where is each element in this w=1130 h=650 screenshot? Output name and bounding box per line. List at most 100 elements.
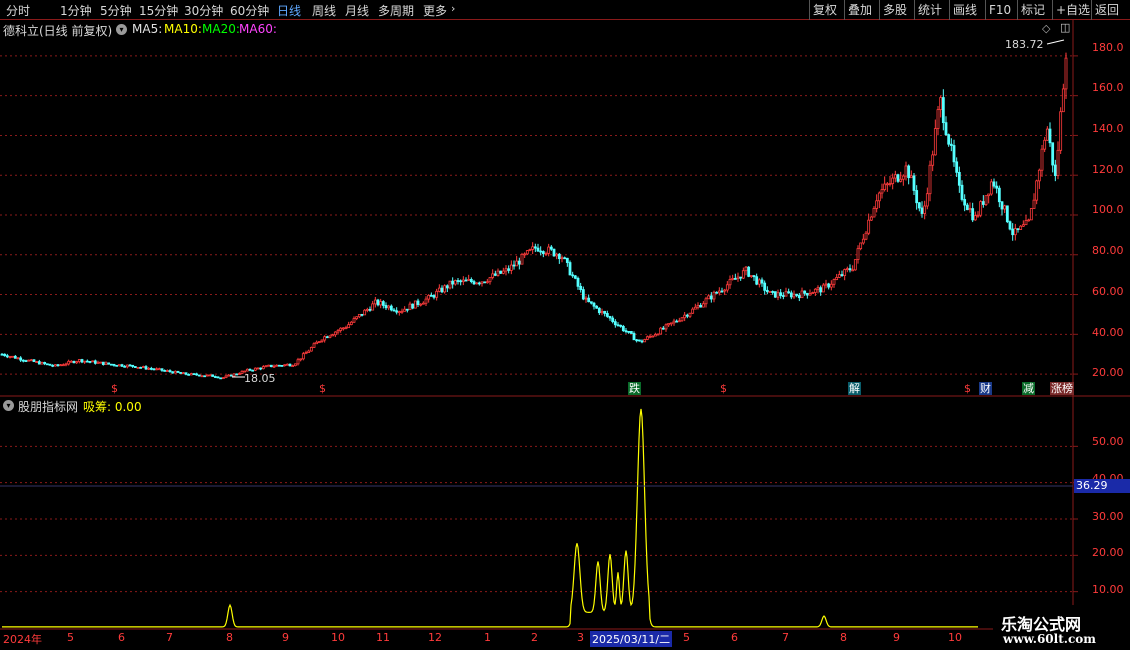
candle-body <box>869 216 873 221</box>
candle-body <box>661 327 665 330</box>
candle-body <box>597 307 601 314</box>
candle-body <box>1027 219 1031 222</box>
candle-body <box>387 305 391 309</box>
candle-body <box>141 366 145 368</box>
candle-body <box>349 321 353 325</box>
candle-body <box>77 359 81 362</box>
candle-body <box>747 266 751 277</box>
date-tick-label: 8 <box>226 631 233 644</box>
y-tick-label: 20.00 <box>1092 366 1124 379</box>
event-marker[interactable]: $ <box>963 382 972 395</box>
candle-body <box>376 299 380 306</box>
candle-body <box>541 251 545 254</box>
candle-body <box>51 364 55 367</box>
date-tick-label: 10 <box>948 631 962 644</box>
candle-body <box>643 339 647 343</box>
candle-body <box>907 165 911 179</box>
candle-body <box>1013 228 1017 236</box>
candle-body <box>803 290 807 294</box>
candle-body <box>368 308 372 311</box>
candle-body <box>573 275 577 279</box>
candle-body <box>968 208 972 211</box>
candle-body <box>27 359 31 362</box>
candle-body <box>275 364 279 367</box>
candle-body <box>189 373 193 376</box>
candle-body <box>101 361 105 366</box>
event-marker[interactable]: 财 <box>979 382 992 395</box>
candle-body <box>576 277 580 287</box>
candle-body <box>384 305 388 309</box>
candle-body <box>1016 228 1020 231</box>
y-tick-label: 160.0 <box>1092 81 1124 94</box>
candle-body <box>520 253 524 265</box>
y-tick-label: 140.0 <box>1092 122 1124 135</box>
candle-body <box>109 363 113 366</box>
candle-body <box>533 246 537 249</box>
candle-body <box>651 335 655 338</box>
candle-body <box>544 252 548 255</box>
event-marker[interactable]: $ <box>318 382 327 395</box>
candle-body <box>611 317 615 323</box>
candle-body <box>456 280 460 282</box>
candle-body <box>88 361 92 363</box>
candle-body <box>336 330 340 333</box>
candle-body <box>864 232 868 240</box>
candle-body <box>739 276 743 279</box>
event-marker[interactable]: 减 <box>1022 382 1035 395</box>
diamond-icon[interactable]: ◇ <box>1042 22 1050 35</box>
candle-body <box>677 320 681 323</box>
candle-body <box>504 268 508 272</box>
candle-body <box>1059 111 1063 151</box>
candle-body <box>43 362 47 365</box>
candle-body <box>267 364 271 367</box>
candle-body <box>205 374 209 377</box>
indicator-series-label: 吸筹: 0.00 <box>83 400 142 414</box>
candle-body <box>944 122 948 136</box>
maximize-icon[interactable]: ◫ <box>1060 21 1070 34</box>
candle-body <box>176 370 180 373</box>
candle-body <box>640 340 644 343</box>
chart-canvas[interactable] <box>0 0 1130 650</box>
chevron-down-icon[interactable]: ▾ <box>116 24 127 35</box>
candle-body <box>413 300 417 309</box>
candle-body <box>149 367 153 370</box>
candle-body <box>688 312 692 317</box>
candle-body <box>832 279 836 285</box>
event-marker[interactable]: 涨榜 <box>1050 382 1074 395</box>
candle-body <box>539 250 543 253</box>
candle-body <box>952 145 956 163</box>
candle-body <box>816 287 820 290</box>
candle-body <box>416 300 420 306</box>
candle-body <box>712 291 716 300</box>
candle-body <box>619 324 623 327</box>
candle-body <box>512 264 516 267</box>
candle-body <box>237 373 241 375</box>
ma60-label: MA60: <box>239 22 277 36</box>
low-price-label: 18.05 <box>244 372 276 385</box>
candle-body <box>379 301 383 306</box>
chevron-down-icon[interactable]: ▾ <box>3 400 14 411</box>
event-marker[interactable]: $ <box>110 382 119 395</box>
candle-body <box>352 318 356 323</box>
event-marker[interactable]: 跌 <box>628 382 641 395</box>
candle-body <box>339 327 343 331</box>
candle-body <box>0 353 4 356</box>
event-marker[interactable]: 解 <box>848 382 861 395</box>
candle-body <box>333 331 337 336</box>
candle-body <box>453 280 457 285</box>
candle-body <box>264 365 268 368</box>
candle-body <box>789 292 793 298</box>
candle-body <box>432 295 436 298</box>
candle-body <box>805 292 809 296</box>
candle-body <box>664 324 668 330</box>
candle-body <box>645 336 649 340</box>
candle-body <box>445 285 449 289</box>
event-marker[interactable]: $ <box>719 382 728 395</box>
candle-body <box>219 377 223 380</box>
candle-body <box>24 360 28 362</box>
candle-body <box>669 322 673 325</box>
candle-body <box>347 324 351 329</box>
candle-body <box>307 350 311 353</box>
candle-body <box>555 253 559 257</box>
candle-body <box>496 270 500 276</box>
